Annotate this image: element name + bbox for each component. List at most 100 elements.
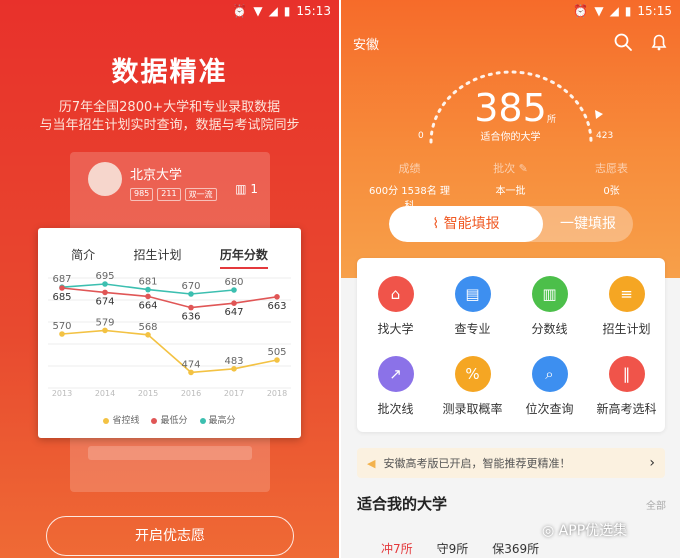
bar-icon: ▥ (235, 182, 251, 196)
quick-fill-button[interactable]: 一键填报 (543, 206, 633, 242)
x-tick-label: 2016 (181, 389, 201, 398)
data-point (188, 304, 194, 311)
x-tick-label: 2013 (52, 389, 72, 398)
legend-max-label: 最高分 (208, 416, 236, 426)
promo-screen: ⏰ ▼ ◢ ▮ 15:13 数据精准 历7年全国2800+大学和专业录取数据 与… (0, 0, 339, 558)
alarm-icon: ⏰ (232, 4, 248, 18)
legend-min-score: 最低分 (151, 413, 188, 426)
promo-subtitle-line-1: 历7年全国2800+大学和专业录取数据 (58, 100, 281, 115)
percent-icon: % (454, 356, 491, 392)
wechat-icon: ◎ (542, 523, 559, 539)
bell-icon[interactable] (649, 32, 669, 52)
feature-label: 新高考选科 (596, 402, 657, 416)
tab-score-history[interactable]: 历年分数 (219, 246, 268, 269)
notice-text: 安徽高考版已开启，智能推荐更精准！ (383, 457, 571, 470)
data-point (188, 291, 194, 297)
legend-control-label: 省控线 (112, 416, 140, 426)
battery-icon: ▮ (283, 4, 291, 18)
search-icon[interactable] (613, 32, 633, 52)
promo-title: 数据精准 (111, 57, 228, 88)
feature-search-doc[interactable]: ⌕ 位次查询 (511, 352, 588, 432)
x-tick-label: 2015 (138, 389, 158, 398)
legend-dot-icon (103, 417, 110, 424)
card-count-value: 1 (250, 182, 258, 196)
feature-line-chart[interactable]: ↗ 批次线 (357, 352, 434, 432)
data-label: 474 (181, 359, 200, 370)
signal-icon: ◢ (609, 4, 619, 18)
view-all-link[interactable]: 全部 (646, 497, 666, 512)
data-point (145, 332, 151, 338)
battery-icon: ▮ (624, 4, 632, 18)
data-point (102, 289, 108, 296)
document-icon: ≡ (608, 276, 645, 312)
notice-bar[interactable]: ◀ 安徽高考版已开启，智能推荐更精准！ › (357, 448, 665, 478)
feature-books[interactable]: ‖ 新高考选科 (588, 352, 665, 432)
status-time: 15:13 (296, 4, 331, 18)
section-title: 适合我的大学 (357, 495, 448, 513)
line-chart-icon: ↗ (377, 356, 414, 392)
data-label: 670 (181, 281, 200, 292)
gauge-min: 0 (418, 131, 424, 141)
data-point (231, 287, 237, 293)
tab-reach[interactable]: 冲7所 (381, 540, 413, 557)
chart-tabs: 简介 招生计划 历年分数 (38, 246, 301, 269)
gauge-max: 423 (596, 131, 614, 141)
bank-icon: ⌂ (377, 276, 414, 312)
data-point (274, 294, 280, 300)
data-label: 579 (95, 317, 114, 328)
data-label: 636 (181, 312, 200, 323)
feature-grid: ⌂ 找大学 ▤ 查专业 ▥ 分数线 ≡ 招生计划 ↗ 批次线% 测录取概率 ⌕ 位次查询 ‖ 新高考选科 (357, 258, 665, 432)
matched-university-count: 385 (474, 86, 547, 130)
feature-bar-chart[interactable]: ▥ 分数线 (511, 272, 588, 352)
tab-intro[interactable]: 简介 (71, 246, 95, 269)
data-point (231, 300, 237, 306)
data-label: 681 (138, 277, 157, 288)
legend-control-line: 省控线 (103, 413, 139, 426)
score-history-chart: 687 695 681 670 680 685 674 664 636 647 663 570 579 5… (48, 271, 291, 398)
fill-mode-toggle: ⌇ 智能填报 一键填报 (389, 206, 633, 242)
university-tags: 985 211 双一流 (130, 188, 217, 201)
university-name: 北京大学 (130, 168, 183, 183)
tier-tabs: 冲7所 守9所 保369所 (381, 540, 539, 557)
smart-fill-label: 智能填报 (443, 216, 500, 232)
data-label: 647 (224, 307, 243, 318)
start-button[interactable]: 开启优志愿 (46, 516, 294, 556)
stat-score-label: 成绩 (398, 162, 421, 175)
feature-percent[interactable]: % 测录取概率 (434, 352, 511, 432)
smart-fill-button[interactable]: ⌇ 智能填报 (389, 206, 543, 242)
score-hero: ⏰ ▼ ◢ ▮ 15:15 安徽 385 所 适合你的大学 0 423 成绩 6… (341, 0, 680, 278)
stat-batch-label-text: 批次 (493, 162, 516, 175)
alarm-icon: ⏰ (573, 4, 589, 18)
series-line (61, 287, 278, 309)
card-preview-footer (88, 446, 252, 460)
feature-label: 招生计划 (602, 322, 651, 336)
feature-grid-card: ⌂ 找大学 ▤ 查专业 ▥ 分数线 ≡ 招生计划 ↗ 批次线% 测录取概率 ⌕ 位次查询 ‖ 新高考选科 (357, 258, 665, 432)
search-doc-icon: ⌕ (531, 356, 568, 392)
speaker-icon: ◀ (367, 456, 376, 470)
books-icon: ‖ (608, 356, 645, 392)
feature-bank[interactable]: ⌂ 找大学 (357, 272, 434, 352)
status-bar: ⏰ ▼ ◢ ▮ 15:15 (341, 0, 680, 22)
profile-stats: 成绩 600分 1538名 理科 批次 ✎ 本一批 志愿表 0张 (341, 160, 680, 212)
x-tick-label: 2018 (267, 389, 287, 398)
data-point (231, 366, 237, 372)
tag-985: 985 (130, 188, 154, 201)
edit-icon[interactable]: ✎ (519, 162, 528, 175)
promo-subtitle-line-2: 与当年招生计划实时查询，数据与考试院同步 (39, 118, 300, 133)
stat-wishlist[interactable]: 志愿表 0张 (567, 160, 657, 212)
tab-enroll-plan[interactable]: 招生计划 (133, 246, 181, 269)
data-label: 687 (52, 274, 71, 285)
feature-book[interactable]: ▤ 查专业 (434, 272, 511, 352)
data-label: 505 (267, 347, 286, 358)
province-selector[interactable]: 安徽 (353, 34, 379, 53)
stat-batch[interactable]: 批次 ✎ 本一批 (466, 160, 556, 212)
data-label: 674 (95, 296, 114, 307)
stat-score[interactable]: 成绩 600分 1538名 理科 (365, 160, 455, 212)
app-home-screen: ⏰ ▼ ◢ ▮ 15:15 安徽 385 所 适合你的大学 0 423 成绩 6… (341, 0, 680, 558)
feature-label: 找大学 (377, 322, 414, 336)
tab-safety[interactable]: 保369所 (492, 540, 539, 557)
feature-document[interactable]: ≡ 招生计划 (588, 272, 665, 352)
tab-match[interactable]: 守9所 (437, 540, 469, 557)
signal-icon: ◢ (268, 4, 278, 18)
feature-label: 分数线 (531, 322, 568, 336)
